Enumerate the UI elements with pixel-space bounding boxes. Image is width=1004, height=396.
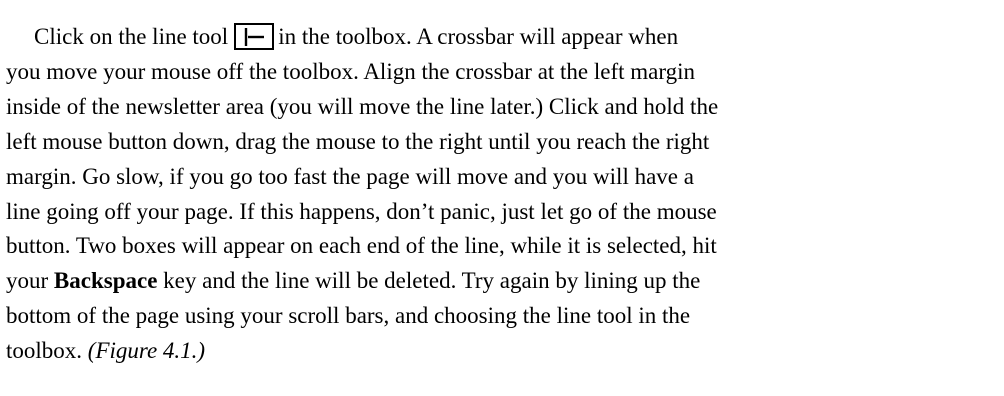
line8-before-bold: your xyxy=(6,268,49,294)
text-line-2: you move your mouse off the toolbox. Ali… xyxy=(6,58,696,84)
text-line-10: toolbox. (Figure 4.1.) xyxy=(6,334,1002,369)
text-line-4: left mouse button down, drag the mouse t… xyxy=(6,128,710,154)
backspace-key-label: Backspace xyxy=(53,268,158,294)
text-line-1: Click on the line tool in the toolbox. A … xyxy=(6,20,1002,55)
text-line-9: bottom of the page using your scroll bar… xyxy=(6,303,691,329)
line8-after-bold: key and the line will be deleted. Try ag… xyxy=(163,268,701,294)
instruction-paragraph: Click on the line tool in the toolbox. A … xyxy=(6,20,1002,369)
document-page: Click on the line tool in the toolbox. A … xyxy=(0,0,1004,396)
line10-before-italic: toolbox. xyxy=(6,338,83,364)
text-line-3: inside of the newsletter area (you will … xyxy=(6,93,719,119)
text-line-8: your Backspace key and the line will be … xyxy=(6,264,1002,299)
line1-after-icon: in the toolbox. A crossbar will appear w… xyxy=(278,24,679,49)
text-line-5: margin. Go slow, if you go too fast the … xyxy=(6,163,694,189)
figure-reference: (Figure 4.1.) xyxy=(87,338,206,364)
line1-before-icon: Click on the line tool xyxy=(34,24,229,49)
text-line-6: line going off your page. If this happen… xyxy=(6,198,717,224)
text-line-7: button. Two boxes will appear on each en… xyxy=(6,233,717,259)
line-tool-icon xyxy=(234,23,275,50)
